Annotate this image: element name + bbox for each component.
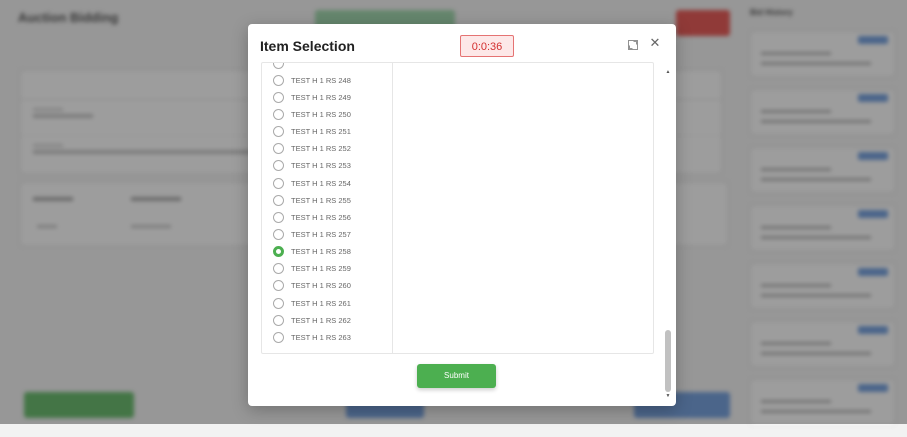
radio-button[interactable] <box>273 63 284 69</box>
item-option[interactable]: TEST H 1 RS 254 <box>262 175 392 192</box>
item-option[interactable]: TEST H 1 RS 260 <box>262 277 392 294</box>
item-option[interactable]: TEST H 1 RS 248 <box>262 72 392 89</box>
radio-button[interactable] <box>273 314 284 326</box>
radio-button[interactable] <box>273 143 284 155</box>
radio-button[interactable] <box>273 229 284 240</box>
submit-button[interactable]: Submit <box>417 364 496 388</box>
item-option[interactable]: TEST H 1 RS 259 <box>262 260 392 277</box>
item-option[interactable]: TEST H 1 RS 256 <box>262 209 392 226</box>
item-option-label: TEST H 1 RS 261 <box>291 298 351 308</box>
radio-button[interactable] <box>273 108 284 120</box>
modal-title: Item Selection <box>260 38 355 54</box>
modal-body: TEST H 1 RS 248 TEST H 1 RS 249 TEST H 1 R… <box>261 62 654 354</box>
item-detail-pane <box>393 63 653 353</box>
scroll-down-icon[interactable]: ▼ <box>664 392 672 400</box>
item-option-label: TEST H 1 RS 251 <box>291 127 351 137</box>
item-option-label: TEST H 1 RS 263 <box>291 332 351 342</box>
countdown-timer: 0:0:36 <box>460 35 514 57</box>
item-option[interactable]: TEST H 1 RS 257 <box>262 226 392 243</box>
item-option-label: TEST H 1 RS 249 <box>291 92 351 102</box>
radio-button[interactable] <box>273 331 284 343</box>
item-option[interactable]: TEST H 1 RS 251 <box>262 123 392 140</box>
item-list[interactable]: TEST H 1 RS 248 TEST H 1 RS 249 TEST H 1 R… <box>262 63 393 353</box>
item-option[interactable]: TEST H 1 RS 253 <box>262 157 392 174</box>
item-option[interactable]: TEST H 1 RS 262 <box>262 312 392 329</box>
item-option[interactable] <box>262 63 392 72</box>
item-option[interactable]: TEST H 1 RS 255 <box>262 192 392 209</box>
item-option[interactable]: TEST H 1 RS 252 <box>262 140 392 157</box>
item-option-label: TEST H 1 RS 250 <box>291 109 351 119</box>
expand-icon[interactable] <box>628 40 638 50</box>
item-option-label: TEST H 1 RS 253 <box>291 161 351 171</box>
item-option-label: TEST H 1 RS 260 <box>291 281 351 291</box>
item-option-label: TEST H 1 RS 255 <box>291 195 351 205</box>
radio-button[interactable] <box>273 297 284 309</box>
item-option[interactable]: TEST H 1 RS 250 <box>262 106 392 123</box>
item-option-label: TEST H 1 RS 258 <box>291 247 351 257</box>
item-option[interactable]: TEST H 1 RS 258 <box>262 243 392 260</box>
radio-button[interactable] <box>273 211 284 223</box>
radio-button[interactable] <box>273 263 284 275</box>
item-option-label: TEST H 1 RS 248 <box>291 75 351 85</box>
item-option-label: TEST H 1 RS 259 <box>291 264 351 274</box>
radio-button[interactable] <box>273 194 284 206</box>
item-selection-modal: Item Selection 0:0:36 ✕ TEST H 1 RS 248 T… <box>248 24 676 406</box>
radio-button[interactable] <box>273 74 284 86</box>
item-option[interactable]: TEST H 1 RS 261 <box>262 295 392 312</box>
radio-button[interactable] <box>273 177 284 189</box>
item-option-label: TEST H 1 RS 254 <box>291 178 351 188</box>
scrollbar-thumb[interactable] <box>665 330 671 392</box>
item-option[interactable]: TEST H 1 RS 263 <box>262 329 392 346</box>
modal-scrollbar[interactable]: ▲ ▼ <box>664 68 672 400</box>
item-option[interactable]: TEST H 1 RS 249 <box>262 89 392 106</box>
scroll-up-icon[interactable]: ▲ <box>664 68 672 76</box>
item-option-label: TEST H 1 RS 256 <box>291 212 351 222</box>
close-icon[interactable]: ✕ <box>648 36 662 50</box>
radio-button[interactable] <box>273 126 284 138</box>
radio-button[interactable] <box>273 160 284 172</box>
item-option-label: TEST H 1 RS 252 <box>291 144 351 154</box>
radio-button[interactable] <box>273 91 284 103</box>
item-option-label: TEST H 1 RS 257 <box>291 230 351 239</box>
radio-button[interactable] <box>273 280 284 292</box>
radio-button[interactable] <box>273 246 284 258</box>
item-option-label: TEST H 1 RS 262 <box>291 315 351 325</box>
